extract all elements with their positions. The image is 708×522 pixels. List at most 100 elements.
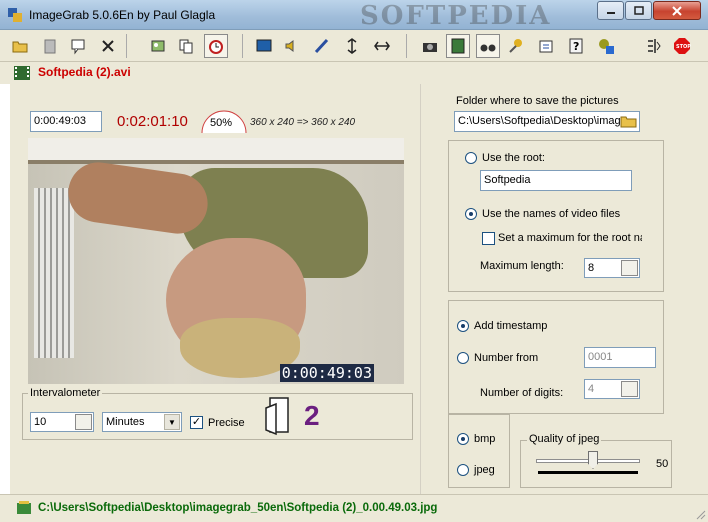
max-length-spinner[interactable]: 8: [584, 258, 640, 278]
interval-spinner[interactable]: 10: [30, 412, 94, 432]
video-frame[interactable]: 0:00:49:03: [28, 138, 404, 384]
number-from-field[interactable]: 0001: [584, 347, 656, 368]
use-video-names-label: Use the names of video files: [482, 208, 621, 220]
toolbar: ? STOP: [0, 30, 708, 62]
file-name: Softpedia (2).avi: [38, 65, 131, 79]
resize-grip-icon[interactable]: [694, 508, 706, 520]
speaker-icon: [285, 40, 294, 52]
stop-icon: STOP: [674, 38, 691, 54]
precise-checkbox[interactable]: ✓: [190, 416, 203, 429]
display-icon: [256, 39, 272, 52]
duration-label: 0:02:01:10: [117, 113, 188, 130]
settings-button[interactable]: [534, 34, 558, 58]
comment-icon: [71, 39, 85, 55]
pin-button[interactable]: [504, 34, 528, 58]
maximize-icon: [633, 6, 644, 15]
slider-ticks: [538, 471, 638, 474]
flip-horizontal-button[interactable]: [370, 34, 394, 58]
stop-button[interactable]: STOP: [670, 34, 694, 58]
zoom-control[interactable]: 50%: [200, 110, 248, 134]
brush-icon: [314, 38, 329, 54]
app-icon: [8, 8, 22, 22]
browse-folder-icon[interactable]: [620, 113, 638, 129]
close-button[interactable]: [653, 1, 701, 20]
spinner-arrows-icon[interactable]: [621, 260, 638, 276]
number-from-value: 0001: [588, 351, 613, 363]
jpeg-radio[interactable]: [457, 464, 469, 476]
compare-button[interactable]: [642, 34, 666, 58]
zoom-label: 50%: [210, 117, 233, 129]
update-icon: [599, 39, 614, 54]
saved-image-icon: [17, 501, 31, 514]
help-icon: ?: [569, 38, 583, 54]
search-button[interactable]: [476, 34, 500, 58]
watermark: SOFTPEDIA: [360, 1, 552, 31]
maximize-button[interactable]: [625, 1, 652, 20]
timer-button[interactable]: [204, 34, 228, 58]
folder-path-field[interactable]: C:\Users\Softpedia\Desktop\image: [454, 111, 640, 132]
close-x-icon: [102, 40, 114, 52]
copy-icon: [179, 39, 193, 54]
intervalometer-legend: Intervalometer: [28, 387, 103, 399]
jpeg-quality-legend: Quality of jpeg: [527, 433, 602, 445]
snapshot-button[interactable]: [418, 34, 442, 58]
saved-file-path: C:\Users\Softpedia\Desktop\imagegrab_50e…: [38, 502, 438, 514]
max-length-value: 8: [588, 262, 595, 274]
jpeg-label: jpeg: [474, 464, 495, 476]
image-capture-icon: [151, 40, 165, 52]
toolbar-separator: [126, 34, 127, 58]
use-video-names-radio[interactable]: [465, 208, 477, 220]
pushpin-icon: [509, 39, 522, 53]
help-button[interactable]: ?: [564, 34, 588, 58]
digits-value: 4: [588, 383, 595, 395]
max-length-label: Maximum length:: [480, 260, 564, 272]
bmp-radio[interactable]: [457, 433, 469, 445]
resolution-label: 360 x 240 => 360 x 240: [250, 117, 356, 128]
display-button[interactable]: [252, 34, 276, 58]
film-icon: [14, 66, 30, 80]
number-from-radio[interactable]: [457, 352, 469, 364]
copy-button[interactable]: [174, 34, 198, 58]
status-bar: C:\Users\Softpedia\Desktop\imagegrab_50e…: [0, 494, 708, 522]
toolbar-separator: [406, 34, 407, 58]
window-title: ImageGrab 5.0.6En by Paul Glagla: [29, 8, 216, 22]
add-timestamp-radio[interactable]: [457, 320, 469, 332]
paste-icon: [44, 39, 56, 54]
use-root-radio[interactable]: [465, 152, 477, 164]
close-icon: [672, 5, 682, 16]
timecode-overlay: 0:00:49:03: [279, 364, 374, 382]
brush-button[interactable]: [310, 34, 334, 58]
flip-vertical-button[interactable]: [340, 34, 364, 58]
svg-text:STOP: STOP: [676, 44, 691, 50]
set-max-checkbox[interactable]: [482, 232, 495, 245]
capture-image-button[interactable]: [146, 34, 170, 58]
set-max-label: Set a maximum for the root na: [498, 232, 642, 244]
jpeg-quality-value: 50: [656, 458, 669, 470]
minimize-button[interactable]: [597, 1, 624, 20]
digits-spinner[interactable]: 4: [584, 379, 640, 399]
open-button[interactable]: [8, 34, 32, 58]
root-field[interactable]: Softpedia: [480, 170, 632, 191]
svg-text:?: ?: [573, 40, 579, 53]
comment-button[interactable]: [66, 34, 90, 58]
add-timestamp-label: Add timestamp: [474, 320, 548, 332]
paste-button[interactable]: [38, 34, 62, 58]
camera-icon: [423, 43, 437, 52]
filmstrip-button[interactable]: [446, 34, 470, 58]
flip-horizontal-icon: [374, 41, 390, 51]
bmp-label: bmp: [474, 433, 496, 445]
binoculars-icon: [480, 44, 496, 52]
alarm-clock-icon: [209, 40, 223, 54]
interval-unit-select[interactable]: Minutes ▼: [102, 412, 182, 432]
toolbar-separator: [242, 34, 243, 58]
sound-button[interactable]: [280, 34, 304, 58]
folder-label: Folder where to save the pictures: [456, 95, 619, 107]
spinner-arrows-icon[interactable]: [621, 381, 638, 397]
open-folder-icon: [12, 41, 28, 53]
number-from-label: Number from: [474, 352, 539, 364]
settings-icon: [539, 40, 553, 53]
position-field[interactable]: 0:00:49:03: [30, 111, 102, 132]
clear-button[interactable]: [96, 34, 120, 58]
spinner-arrows-icon[interactable]: [75, 414, 92, 430]
update-button[interactable]: [594, 34, 618, 58]
